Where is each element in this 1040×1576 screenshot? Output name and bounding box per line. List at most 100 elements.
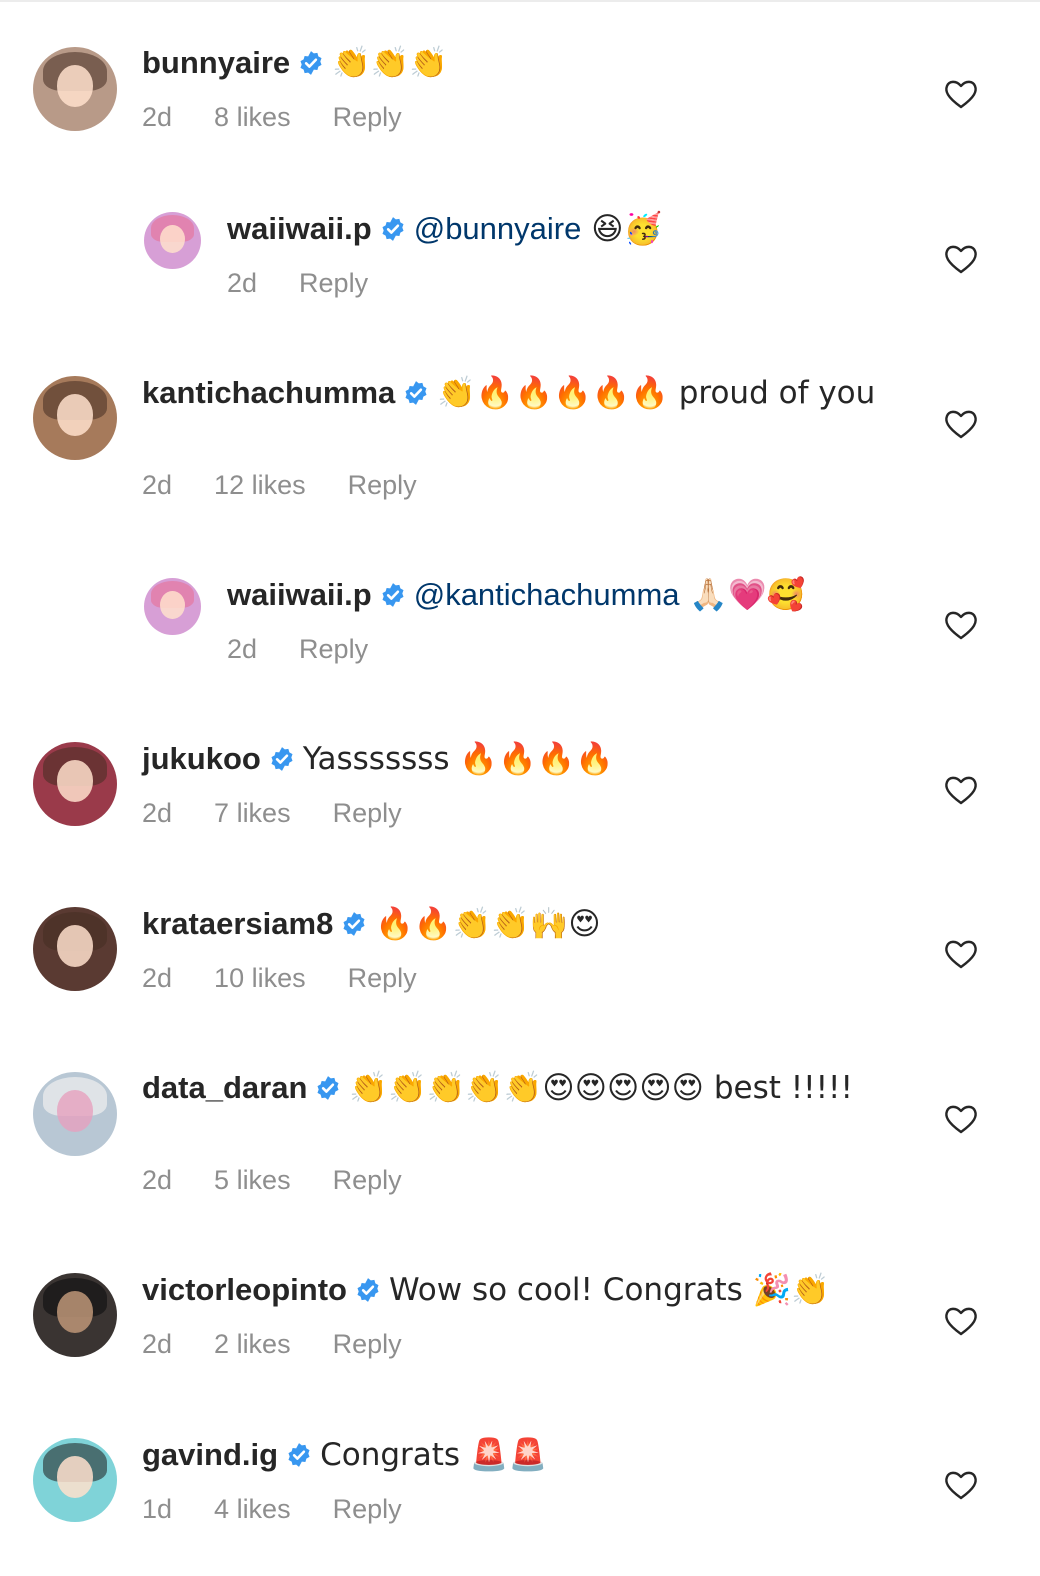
mention-link[interactable]: @kantichachumma bbox=[414, 577, 680, 612]
heart-outline-icon[interactable] bbox=[943, 609, 979, 641]
verified-badge-icon bbox=[271, 747, 293, 771]
username[interactable]: jukukoo bbox=[142, 741, 261, 776]
username[interactable]: bunnyaire bbox=[142, 45, 290, 80]
comment-body: bunnyaire 👏👏👏 bbox=[142, 44, 902, 82]
comment-text: Wow so cool! Congrats 🎉👏 bbox=[388, 1272, 830, 1308]
heart-outline-icon[interactable] bbox=[943, 1305, 979, 1337]
reply-button[interactable]: Reply bbox=[348, 963, 417, 993]
username[interactable]: waiiwaii.p bbox=[227, 211, 372, 246]
top-divider bbox=[0, 0, 1040, 2]
avatar-face bbox=[56, 1090, 94, 1133]
avatar-face bbox=[159, 224, 186, 254]
comment-body: gavind.ig Congrats 🚨🚨 bbox=[142, 1436, 902, 1474]
avatar-face bbox=[56, 925, 94, 968]
avatar-face bbox=[56, 1291, 94, 1334]
reply-button[interactable]: Reply bbox=[333, 1494, 402, 1524]
reply-button[interactable]: Reply bbox=[333, 798, 402, 828]
avatar-face bbox=[56, 394, 94, 437]
comment-text: 🙏🏻💗🥰 bbox=[679, 577, 806, 613]
username[interactable]: waiiwaii.p bbox=[227, 577, 372, 612]
comment-meta: 2d 7 likes Reply bbox=[142, 798, 444, 829]
username[interactable]: krataersiam8 bbox=[142, 906, 333, 941]
comment-meta: 1d 4 likes Reply bbox=[142, 1494, 444, 1525]
avatar[interactable] bbox=[33, 1438, 117, 1522]
verified-badge-icon bbox=[343, 912, 365, 936]
comment-time: 2d bbox=[142, 1165, 173, 1195]
mention-link[interactable]: @bunnyaire bbox=[414, 211, 582, 246]
heart-outline-icon[interactable] bbox=[943, 938, 979, 970]
verified-badge-icon bbox=[382, 583, 404, 607]
comment-time: 2d bbox=[142, 470, 173, 500]
comment-text: 👏🔥🔥🔥🔥🔥 proud of you bbox=[437, 375, 876, 411]
comment-time: 2d bbox=[142, 963, 173, 993]
avatar-face bbox=[56, 1456, 94, 1499]
verified-badge-icon bbox=[357, 1278, 379, 1302]
avatar[interactable] bbox=[144, 212, 201, 269]
reply-button[interactable]: Reply bbox=[333, 1165, 402, 1195]
comment-body: waiiwaii.p @kantichachumma 🙏🏻💗🥰 bbox=[227, 576, 907, 614]
comment-time: 2d bbox=[142, 1329, 173, 1359]
like-count[interactable]: 4 likes bbox=[214, 1494, 291, 1524]
reply-button[interactable]: Reply bbox=[299, 268, 368, 298]
comment-meta: 2d 8 likes Reply bbox=[142, 102, 444, 133]
comment-time: 2d bbox=[142, 102, 173, 132]
comment-meta: 2d 5 likes Reply bbox=[142, 1165, 444, 1196]
comment-meta: 2d 12 likes Reply bbox=[142, 470, 459, 501]
like-count[interactable]: 5 likes bbox=[214, 1165, 291, 1195]
verified-badge-icon bbox=[317, 1076, 339, 1100]
reply-button[interactable]: Reply bbox=[348, 470, 417, 500]
heart-outline-icon[interactable] bbox=[943, 1103, 979, 1135]
reply-button[interactable]: Reply bbox=[333, 1329, 402, 1359]
avatar[interactable] bbox=[33, 1273, 117, 1357]
like-count[interactable]: 2 likes bbox=[214, 1329, 291, 1359]
comment-time: 1d bbox=[142, 1494, 173, 1524]
comment-meta: 2d 10 likes Reply bbox=[142, 963, 459, 994]
heart-outline-icon[interactable] bbox=[943, 78, 979, 110]
comment-body: jukukoo Yasssssss 🔥🔥🔥🔥 bbox=[142, 740, 902, 778]
like-count[interactable]: 7 likes bbox=[214, 798, 291, 828]
comment-text: 👏👏👏 bbox=[332, 45, 448, 81]
heart-outline-icon[interactable] bbox=[943, 408, 979, 440]
comment-time: 2d bbox=[227, 268, 258, 298]
avatar-face bbox=[159, 590, 186, 620]
username[interactable]: gavind.ig bbox=[142, 1437, 278, 1472]
like-count[interactable]: 12 likes bbox=[214, 470, 306, 500]
heart-outline-icon[interactable] bbox=[943, 243, 979, 275]
like-count[interactable]: 8 likes bbox=[214, 102, 291, 132]
avatar-face bbox=[56, 760, 94, 803]
reply-button[interactable]: Reply bbox=[299, 634, 368, 664]
heart-outline-icon[interactable] bbox=[943, 774, 979, 806]
avatar[interactable] bbox=[144, 578, 201, 635]
comment-text: Yasssssss 🔥🔥🔥🔥 bbox=[302, 741, 614, 777]
comment-body: data_daran 👏👏👏👏👏😍😍😍😍😍 best !!!!! bbox=[142, 1069, 882, 1107]
comment-body: krataersiam8 🔥🔥👏👏🙌😍 bbox=[142, 905, 902, 943]
avatar[interactable] bbox=[33, 907, 117, 991]
comment-body: victorleopinto Wow so cool! Congrats 🎉👏 bbox=[142, 1271, 902, 1309]
avatar[interactable] bbox=[33, 742, 117, 826]
heart-outline-icon[interactable] bbox=[943, 1469, 979, 1501]
like-count[interactable]: 10 likes bbox=[214, 963, 306, 993]
comment-meta: 2d Reply bbox=[227, 268, 410, 299]
comment-body: kantichachumma 👏🔥🔥🔥🔥🔥 proud of you bbox=[142, 374, 882, 412]
username[interactable]: kantichachumma bbox=[142, 375, 395, 410]
comment-meta: 2d 2 likes Reply bbox=[142, 1329, 444, 1360]
verified-badge-icon bbox=[300, 51, 322, 75]
comment-time: 2d bbox=[227, 634, 258, 664]
verified-badge-icon bbox=[382, 217, 404, 241]
avatar[interactable] bbox=[33, 1072, 117, 1156]
comment-text: 🔥🔥👏👏🙌😍 bbox=[375, 906, 601, 942]
username[interactable]: data_daran bbox=[142, 1070, 307, 1105]
reply-button[interactable]: Reply bbox=[333, 102, 402, 132]
verified-badge-icon bbox=[288, 1443, 310, 1467]
comment-text: 👏👏👏👏👏😍😍😍😍😍 best !!!!! bbox=[349, 1070, 853, 1106]
comment-body: waiiwaii.p @bunnyaire 😆🥳 bbox=[227, 210, 907, 248]
comment-text: 😆🥳 bbox=[581, 211, 663, 247]
comment-time: 2d bbox=[142, 798, 173, 828]
comment-text: Congrats 🚨🚨 bbox=[320, 1437, 548, 1473]
username[interactable]: victorleopinto bbox=[142, 1272, 347, 1307]
avatar[interactable] bbox=[33, 47, 117, 131]
avatar-face bbox=[56, 65, 94, 108]
avatar[interactable] bbox=[33, 376, 117, 460]
verified-badge-icon bbox=[405, 381, 427, 405]
comment-meta: 2d Reply bbox=[227, 634, 410, 665]
